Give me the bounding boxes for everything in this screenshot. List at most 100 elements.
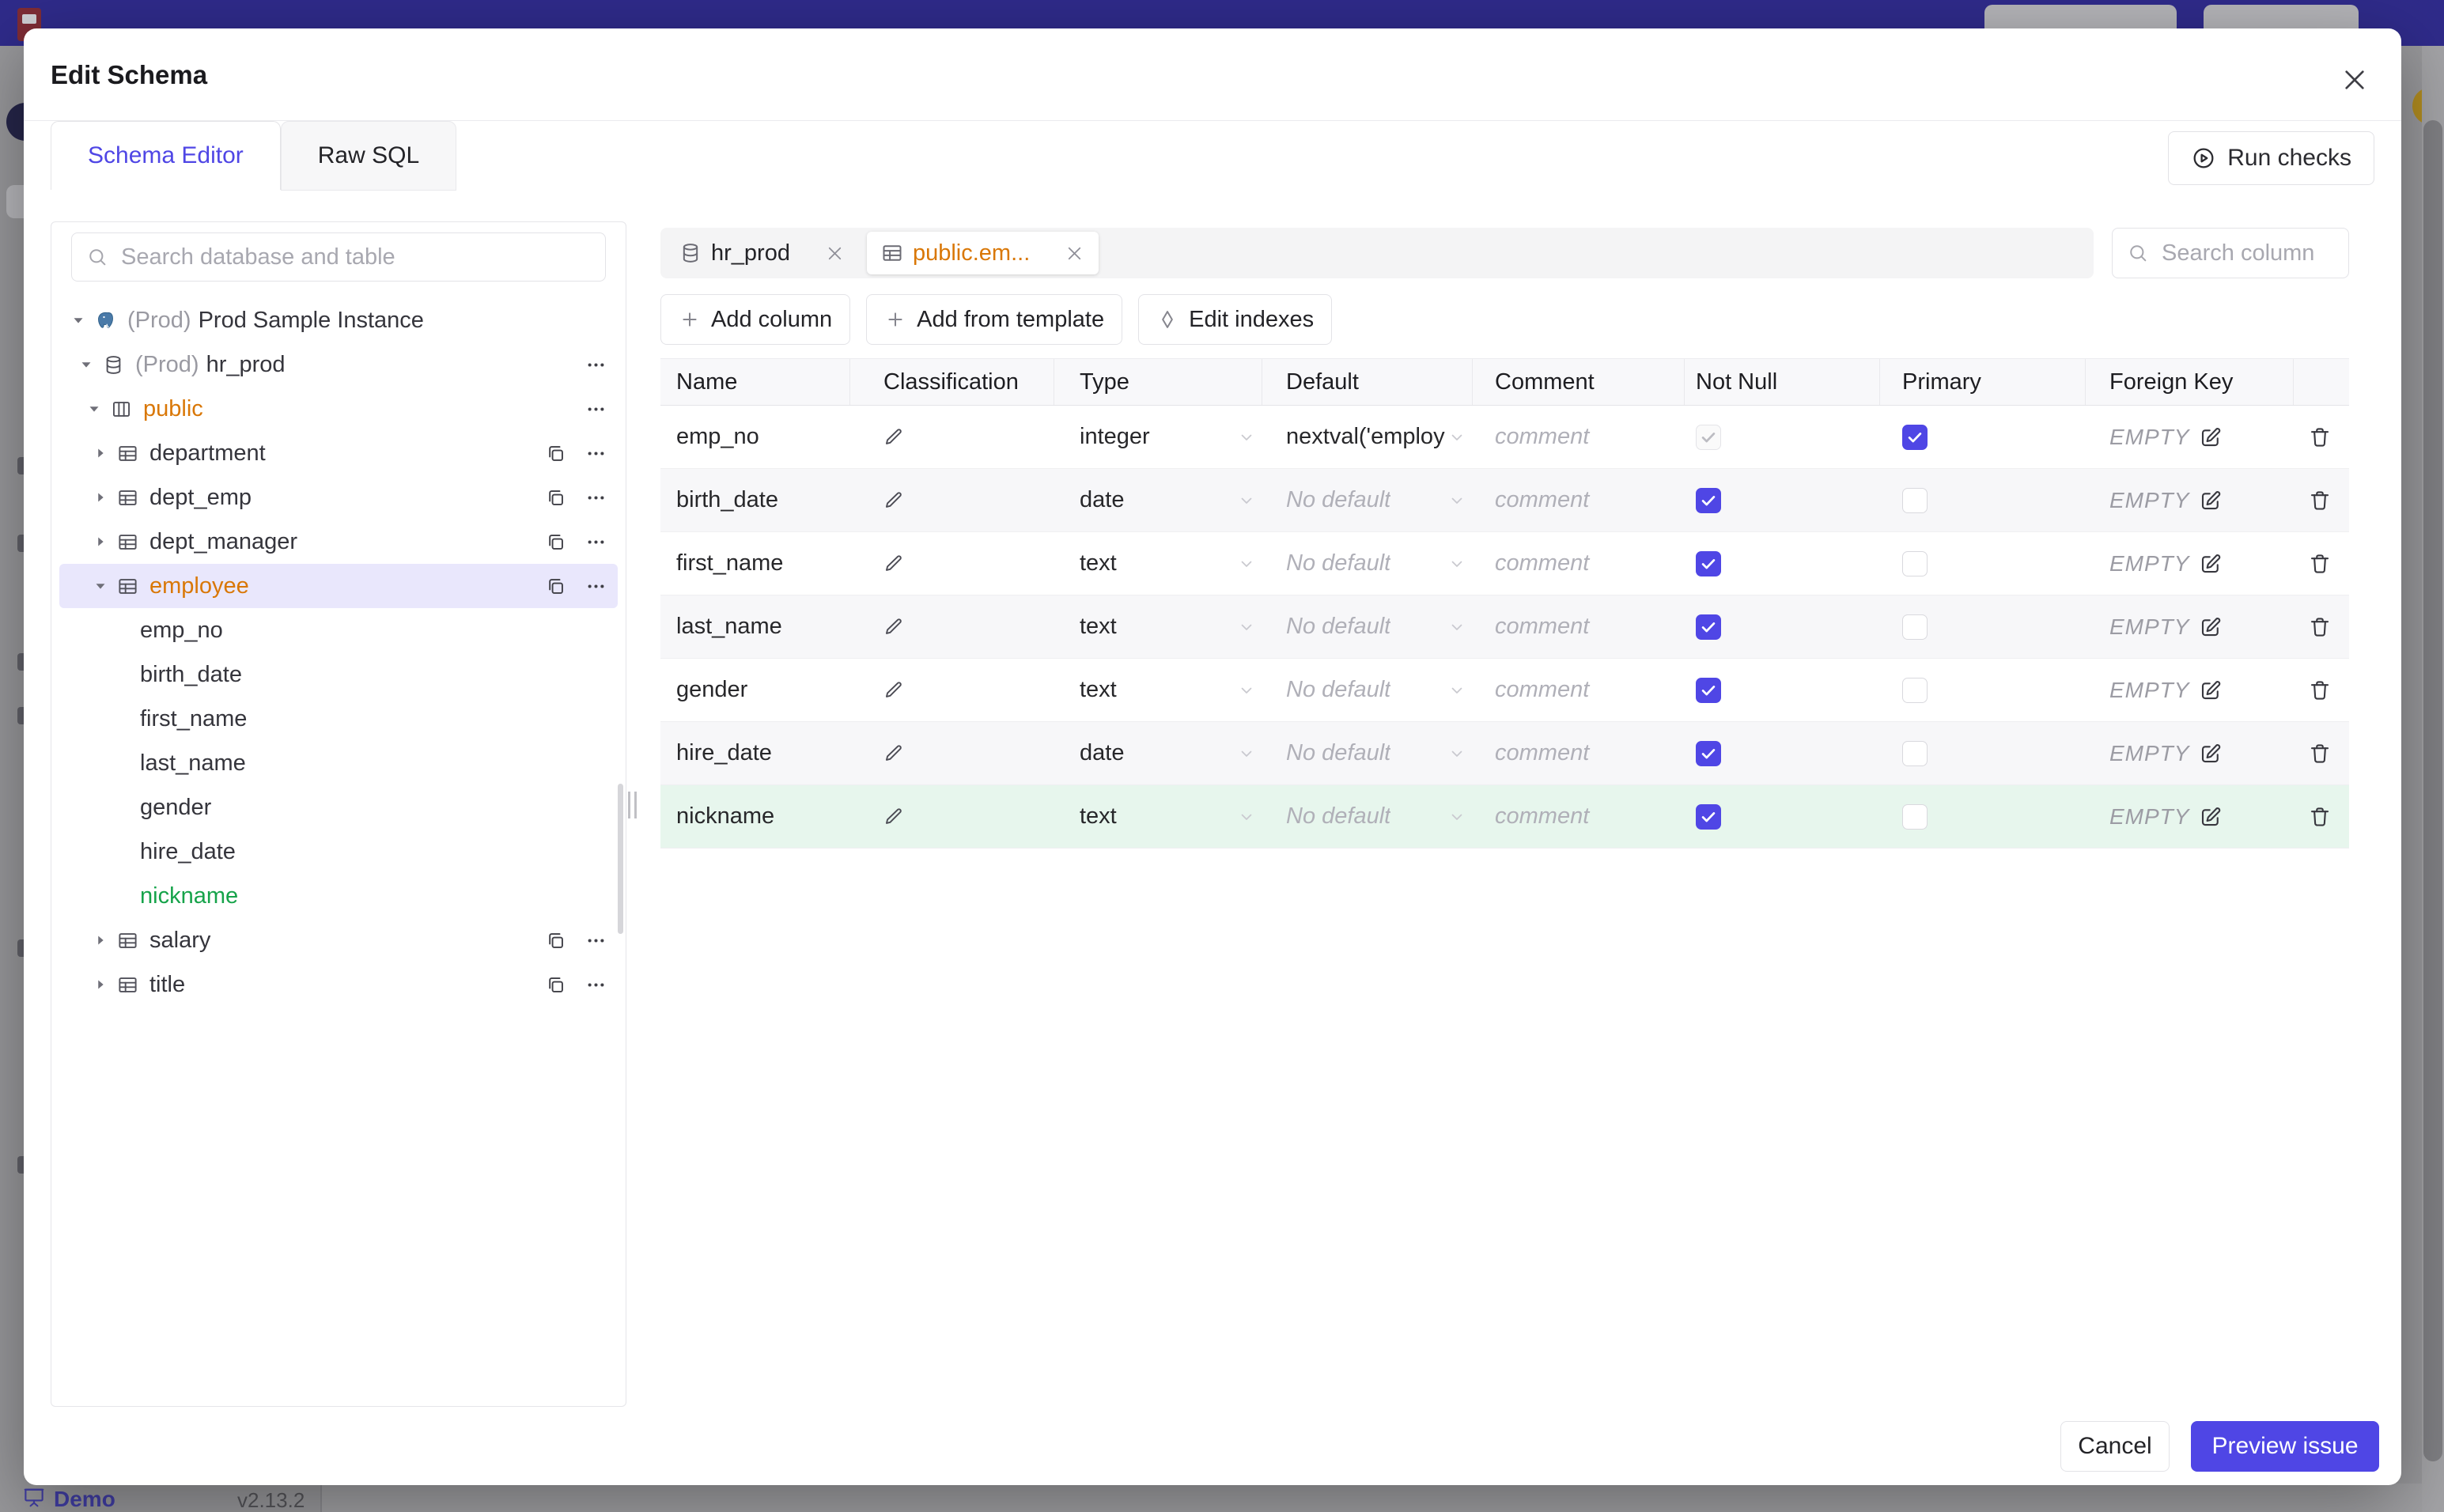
tab-raw-sql[interactable]: Raw SQL bbox=[280, 121, 457, 191]
more-icon[interactable] bbox=[585, 354, 607, 376]
type-select[interactable]: text bbox=[1054, 532, 1262, 595]
more-icon[interactable] bbox=[585, 487, 607, 508]
not-null-checkbox[interactable] bbox=[1696, 740, 1721, 766]
tree-item-col-gender[interactable]: gender bbox=[59, 785, 618, 830]
default-select[interactable]: No default bbox=[1262, 595, 1473, 658]
edit-foreign-key-icon[interactable] bbox=[2199, 489, 2223, 512]
primary-checkbox[interactable] bbox=[1902, 550, 1928, 576]
add-column-button[interactable]: Add column bbox=[660, 294, 851, 345]
column-search-input[interactable] bbox=[2160, 239, 2334, 267]
tree-item-col-first-name[interactable]: first_name bbox=[59, 697, 618, 741]
run-checks-button[interactable]: Run checks bbox=[2168, 131, 2374, 185]
more-icon[interactable] bbox=[585, 576, 607, 597]
primary-checkbox[interactable] bbox=[1902, 424, 1928, 450]
caret-right-icon[interactable] bbox=[92, 533, 109, 550]
tree-item-col-emp-no[interactable]: emp_no bbox=[59, 608, 618, 652]
edit-foreign-key-icon[interactable] bbox=[2199, 805, 2223, 829]
default-select[interactable]: nextval('employ bbox=[1262, 406, 1473, 468]
caret-down-icon[interactable] bbox=[70, 312, 87, 329]
type-select[interactable]: date bbox=[1054, 722, 1262, 784]
caret-down-icon[interactable] bbox=[92, 577, 109, 595]
caret-right-icon[interactable] bbox=[92, 489, 109, 506]
primary-checkbox[interactable] bbox=[1902, 740, 1928, 766]
tree-item-public[interactable]: public bbox=[59, 387, 618, 431]
not-null-checkbox[interactable] bbox=[1696, 614, 1721, 640]
copy-icon[interactable] bbox=[545, 974, 566, 996]
tree-item-department[interactable]: department bbox=[59, 431, 618, 475]
type-select[interactable]: text bbox=[1054, 785, 1262, 848]
default-select[interactable]: No default bbox=[1262, 722, 1473, 784]
column-name-cell[interactable]: nickname bbox=[660, 785, 850, 848]
editor-tab-public-employee[interactable]: public.em... bbox=[866, 232, 1099, 274]
edit-foreign-key-icon[interactable] bbox=[2199, 425, 2223, 449]
tree-item-employee[interactable]: employee bbox=[59, 564, 618, 608]
tree-item-salary[interactable]: salary bbox=[59, 918, 618, 962]
default-select[interactable]: No default bbox=[1262, 469, 1473, 531]
type-select[interactable]: integer bbox=[1054, 406, 1262, 468]
not-null-checkbox[interactable] bbox=[1696, 424, 1721, 450]
add-from-template-button[interactable]: Add from template bbox=[866, 294, 1123, 345]
copy-icon[interactable] bbox=[545, 930, 566, 951]
cancel-button[interactable]: Cancel bbox=[2060, 1421, 2170, 1472]
type-select[interactable]: text bbox=[1054, 659, 1262, 721]
tab-schema-editor[interactable]: Schema Editor bbox=[51, 121, 281, 190]
tree-item-col-hire-date[interactable]: hire_date bbox=[59, 830, 618, 874]
copy-icon[interactable] bbox=[545, 576, 566, 597]
close-tab-icon[interactable] bbox=[1065, 244, 1084, 263]
classification-edit-icon[interactable] bbox=[883, 490, 905, 511]
default-select[interactable]: No default bbox=[1262, 785, 1473, 848]
delete-column-icon[interactable] bbox=[2308, 489, 2332, 512]
not-null-checkbox[interactable] bbox=[1696, 677, 1721, 703]
not-null-checkbox[interactable] bbox=[1696, 487, 1721, 513]
close-tab-icon[interactable] bbox=[825, 244, 845, 263]
copy-icon[interactable] bbox=[545, 443, 566, 464]
edit-indexes-button[interactable]: Edit indexes bbox=[1138, 294, 1333, 345]
comment-input[interactable]: comment bbox=[1473, 532, 1685, 595]
tree-item-title[interactable]: title bbox=[59, 962, 618, 1007]
primary-checkbox[interactable] bbox=[1902, 614, 1928, 640]
column-name-cell[interactable]: first_name bbox=[660, 532, 850, 595]
more-icon[interactable] bbox=[585, 399, 607, 420]
caret-down-icon[interactable] bbox=[85, 400, 103, 418]
more-icon[interactable] bbox=[585, 974, 607, 996]
tree-item-col-last-name[interactable]: last_name bbox=[59, 741, 618, 785]
preview-issue-button[interactable]: Preview issue bbox=[2191, 1421, 2379, 1472]
comment-input[interactable]: comment bbox=[1473, 595, 1685, 658]
comment-input[interactable]: comment bbox=[1473, 469, 1685, 531]
classification-edit-icon[interactable] bbox=[883, 743, 905, 764]
primary-checkbox[interactable] bbox=[1902, 487, 1928, 513]
column-search[interactable] bbox=[2112, 228, 2349, 278]
delete-column-icon[interactable] bbox=[2308, 425, 2332, 449]
comment-input[interactable]: comment bbox=[1473, 659, 1685, 721]
more-icon[interactable] bbox=[585, 443, 607, 464]
more-icon[interactable] bbox=[585, 930, 607, 951]
edit-foreign-key-icon[interactable] bbox=[2199, 615, 2223, 639]
caret-right-icon[interactable] bbox=[92, 932, 109, 949]
classification-edit-icon[interactable] bbox=[883, 616, 905, 637]
delete-column-icon[interactable] bbox=[2308, 742, 2332, 765]
sidebar-search[interactable] bbox=[71, 232, 606, 282]
copy-icon[interactable] bbox=[545, 531, 566, 553]
column-name-cell[interactable]: last_name bbox=[660, 595, 850, 658]
column-name-cell[interactable]: emp_no bbox=[660, 406, 850, 468]
primary-checkbox[interactable] bbox=[1902, 677, 1928, 703]
column-name-cell[interactable]: hire_date bbox=[660, 722, 850, 784]
editor-tab-hr-prod[interactable]: hr_prod bbox=[665, 232, 859, 274]
tree-item-col-birth-date[interactable]: birth_date bbox=[59, 652, 618, 697]
primary-checkbox[interactable] bbox=[1902, 803, 1928, 830]
caret-right-icon[interactable] bbox=[92, 444, 109, 462]
more-icon[interactable] bbox=[585, 531, 607, 553]
tree-item-dept-manager[interactable]: dept_manager bbox=[59, 520, 618, 564]
classification-edit-icon[interactable] bbox=[883, 806, 905, 827]
copy-icon[interactable] bbox=[545, 487, 566, 508]
caret-down-icon[interactable] bbox=[78, 356, 95, 373]
tree-item-prod-sample-instance[interactable]: (Prod) Prod Sample Instance bbox=[59, 298, 618, 342]
tree-item-hr-prod[interactable]: (Prod) hr_prod bbox=[59, 342, 618, 387]
type-select[interactable]: text bbox=[1054, 595, 1262, 658]
default-select[interactable]: No default bbox=[1262, 659, 1473, 721]
sidebar-scrollbar-thumb[interactable] bbox=[618, 784, 623, 934]
not-null-checkbox[interactable] bbox=[1696, 803, 1721, 830]
classification-edit-icon[interactable] bbox=[883, 426, 905, 448]
sidebar-search-input[interactable] bbox=[119, 243, 591, 271]
modal-close-icon[interactable] bbox=[2340, 65, 2370, 95]
